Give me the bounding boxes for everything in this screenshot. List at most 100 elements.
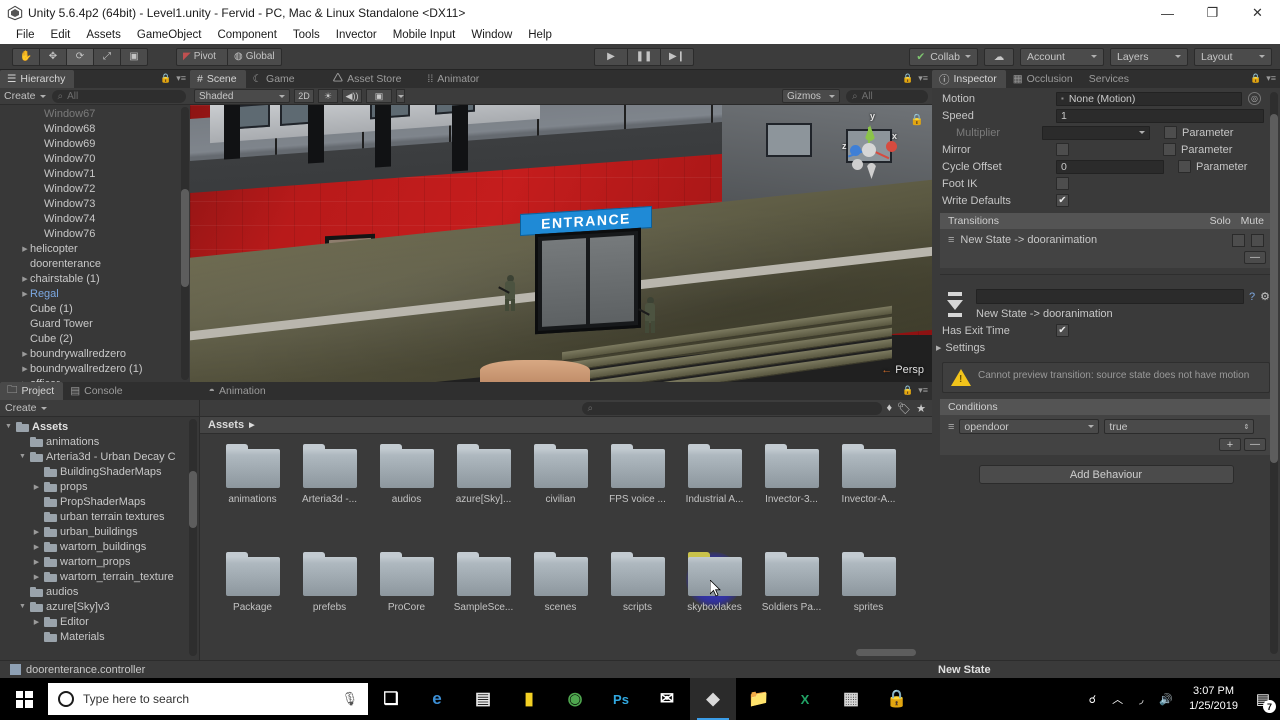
layers-button[interactable]: Layers — [1110, 47, 1188, 66]
transition-list-item[interactable]: ≡ New State -> dooranimation — [940, 231, 1272, 249]
transition-solo-checkbox[interactable] — [1232, 233, 1245, 247]
chevron-right-icon[interactable]: ▶ — [20, 350, 30, 358]
hand-tool-icon[interactable]: ✋ — [12, 47, 40, 66]
volume-icon[interactable]: 🔊 — [1151, 678, 1181, 720]
asset-grid-item[interactable]: Package — [214, 552, 291, 648]
menu-item-mobile-input[interactable]: Mobile Input — [385, 26, 464, 44]
hierarchy-item[interactable]: ▶ Regal — [0, 286, 190, 301]
asset-grid-item[interactable]: sprites — [830, 552, 907, 648]
tab-animation[interactable]: ◓ Animation — [201, 382, 275, 400]
scene-orientation-gizmo[interactable]: y x z — [832, 111, 904, 185]
rect-tool-icon[interactable]: ▣ — [120, 47, 148, 66]
project-tree-item[interactable]: ▶ wartorn_buildings — [0, 539, 199, 554]
panel-menu-icon[interactable]: ▾≡ — [1266, 73, 1276, 84]
menu-item-edit[interactable]: Edit — [43, 26, 79, 44]
hierarchy-scroll-thumb[interactable] — [181, 188, 189, 288]
asset-grid-item[interactable]: Industrial A... — [676, 444, 753, 540]
security-icon[interactable]: 🔒 — [874, 678, 920, 720]
notification-center-button[interactable]: ▤ 7 — [1246, 678, 1280, 720]
scale-tool-icon[interactable]: ⤢ — [93, 47, 121, 66]
speed-input[interactable]: 1 — [1056, 108, 1264, 123]
calculator-icon[interactable]: ▦ — [828, 678, 874, 720]
asset-grid-item[interactable]: Invector-3... — [753, 444, 830, 540]
gear-icon[interactable]: ⚙ — [1260, 290, 1270, 303]
hierarchy-search-input[interactable]: ⌕ All — [51, 89, 186, 103]
asset-grid-item[interactable]: scenes — [522, 552, 599, 648]
project-search-input[interactable]: ⌕ — [581, 401, 882, 415]
hierarchy-item[interactable]: ▶ helicopter — [0, 241, 190, 256]
hierarchy-item[interactable]: Window73 — [0, 196, 190, 211]
people-icon[interactable]: ☌ — [1081, 678, 1104, 720]
tab-game[interactable]: ☾ Game — [245, 70, 304, 88]
project-create-button[interactable]: Create — [5, 402, 47, 414]
project-grid-scrollbar[interactable] — [856, 649, 916, 656]
move-tool-icon[interactable]: ✥ — [39, 47, 67, 66]
chevron-down-icon[interactable]: ▼ — [4, 423, 13, 430]
project-tree-item[interactable]: ▶ wartorn_props — [0, 554, 199, 569]
excel-icon[interactable]: X — [782, 678, 828, 720]
network-icon[interactable]: ◞ — [1131, 678, 1151, 720]
hierarchy-tree[interactable]: Window67 Window68 Window69 Window70 Window71… — [0, 105, 190, 382]
breadcrumb-assets[interactable]: Assets — [208, 419, 244, 431]
gizmo-search-input[interactable]: ⌕ All — [846, 89, 928, 103]
chevron-right-icon[interactable]: ▶ — [20, 245, 30, 253]
microphone-icon[interactable]: 🎙 — [341, 691, 358, 707]
scene-lighting-toggle[interactable]: ☀ — [318, 89, 338, 103]
cycle-offset-input[interactable]: 0 — [1056, 159, 1164, 174]
tab-console[interactable]: ▤ Console — [63, 382, 132, 400]
project-folder-tree[interactable]: ▼ Assets animations ▼ Arteria3d - Urban Deca… — [0, 417, 199, 658]
multiplier-parameter-checkbox[interactable] — [1164, 126, 1177, 139]
hierarchy-item[interactable]: ▶ boundrywallredzero (1) — [0, 361, 190, 376]
project-tree-item[interactable]: ▶ props — [0, 479, 199, 494]
chevron-down-icon[interactable]: ▼ — [18, 453, 27, 460]
hierarchy-item[interactable]: Window68 — [0, 121, 190, 136]
has-exit-time-checkbox[interactable] — [1056, 324, 1069, 337]
chevron-right-icon[interactable]: ▶ — [20, 365, 30, 373]
menu-item-window[interactable]: Window — [463, 26, 520, 44]
collab-button[interactable]: ✔ Collab — [909, 47, 978, 66]
hierarchy-item[interactable]: Window70 — [0, 151, 190, 166]
project-tree-item[interactable]: urban terrain textures — [0, 509, 199, 524]
hierarchy-item[interactable]: Window72 — [0, 181, 190, 196]
gizmo-neg-z-cone[interactable] — [852, 159, 863, 170]
minimize-button[interactable]: — — [1145, 0, 1190, 26]
hierarchy-item[interactable]: Guard Tower — [0, 316, 190, 331]
add-condition-button[interactable]: + — [1219, 438, 1241, 451]
multiplier-dropdown[interactable] — [1042, 125, 1150, 140]
explorer-icon[interactable]: 📁 — [736, 678, 782, 720]
motion-object-field[interactable]: ▪ None (Motion) — [1056, 91, 1242, 106]
mirror-checkbox[interactable] — [1056, 143, 1069, 156]
motion-picker-icon[interactable]: ◎ — [1248, 92, 1261, 105]
gizmo-z-cone[interactable] — [850, 145, 861, 156]
project-tree-item[interactable]: ▼ azure[Sky]v3 — [0, 599, 199, 614]
lock-icon[interactable]: 🔒 — [1250, 73, 1261, 84]
shading-mode-dropdown[interactable]: Shaded — [194, 89, 290, 103]
scene-perspective-label[interactable]: ← Persp — [881, 364, 924, 376]
hierarchy-item[interactable]: Window71 — [0, 166, 190, 181]
close-button[interactable]: ✕ — [1235, 0, 1280, 26]
chrome-icon[interactable]: ◉ — [552, 678, 598, 720]
gizmo-center[interactable] — [862, 143, 876, 157]
condition-value-dropdown[interactable]: true ⇕ — [1104, 419, 1255, 434]
edge-icon[interactable]: e — [414, 678, 460, 720]
chevron-right-icon[interactable]: ▶ — [32, 528, 41, 536]
asset-grid-item[interactable]: FPS voice ... — [599, 444, 676, 540]
project-tree-item[interactable]: ▶ urban_buildings — [0, 524, 199, 539]
project-tree-item[interactable]: Materials — [0, 629, 199, 644]
menu-item-component[interactable]: Component — [209, 26, 284, 44]
rotate-tool-icon[interactable]: ⟳ — [66, 47, 94, 66]
add-behaviour-button[interactable]: Add Behaviour — [978, 465, 1234, 484]
drag-handle-icon[interactable]: ≡ — [948, 421, 954, 433]
tab-inspector[interactable]: ⓘ Inspector — [932, 70, 1006, 88]
step-button[interactable]: ▶❙ — [660, 47, 694, 66]
settings-foldout[interactable]: ▶ Settings — [932, 339, 1280, 356]
pause-button[interactable]: ❚❚ — [627, 47, 661, 66]
lock-icon[interactable]: 🔒 — [160, 73, 171, 84]
transition-mute-checkbox[interactable] — [1251, 233, 1264, 247]
asset-grid-item[interactable]: SampleSce... — [445, 552, 522, 648]
tab-animator[interactable]: ⁞⁞ Animator — [420, 70, 489, 88]
scene-fx-dropdown[interactable] — [396, 89, 405, 103]
hierarchy-item[interactable]: Window74 — [0, 211, 190, 226]
panel-menu-icon[interactable]: ▾≡ — [918, 385, 928, 396]
condition-parameter-dropdown[interactable]: opendoor — [959, 419, 1100, 434]
